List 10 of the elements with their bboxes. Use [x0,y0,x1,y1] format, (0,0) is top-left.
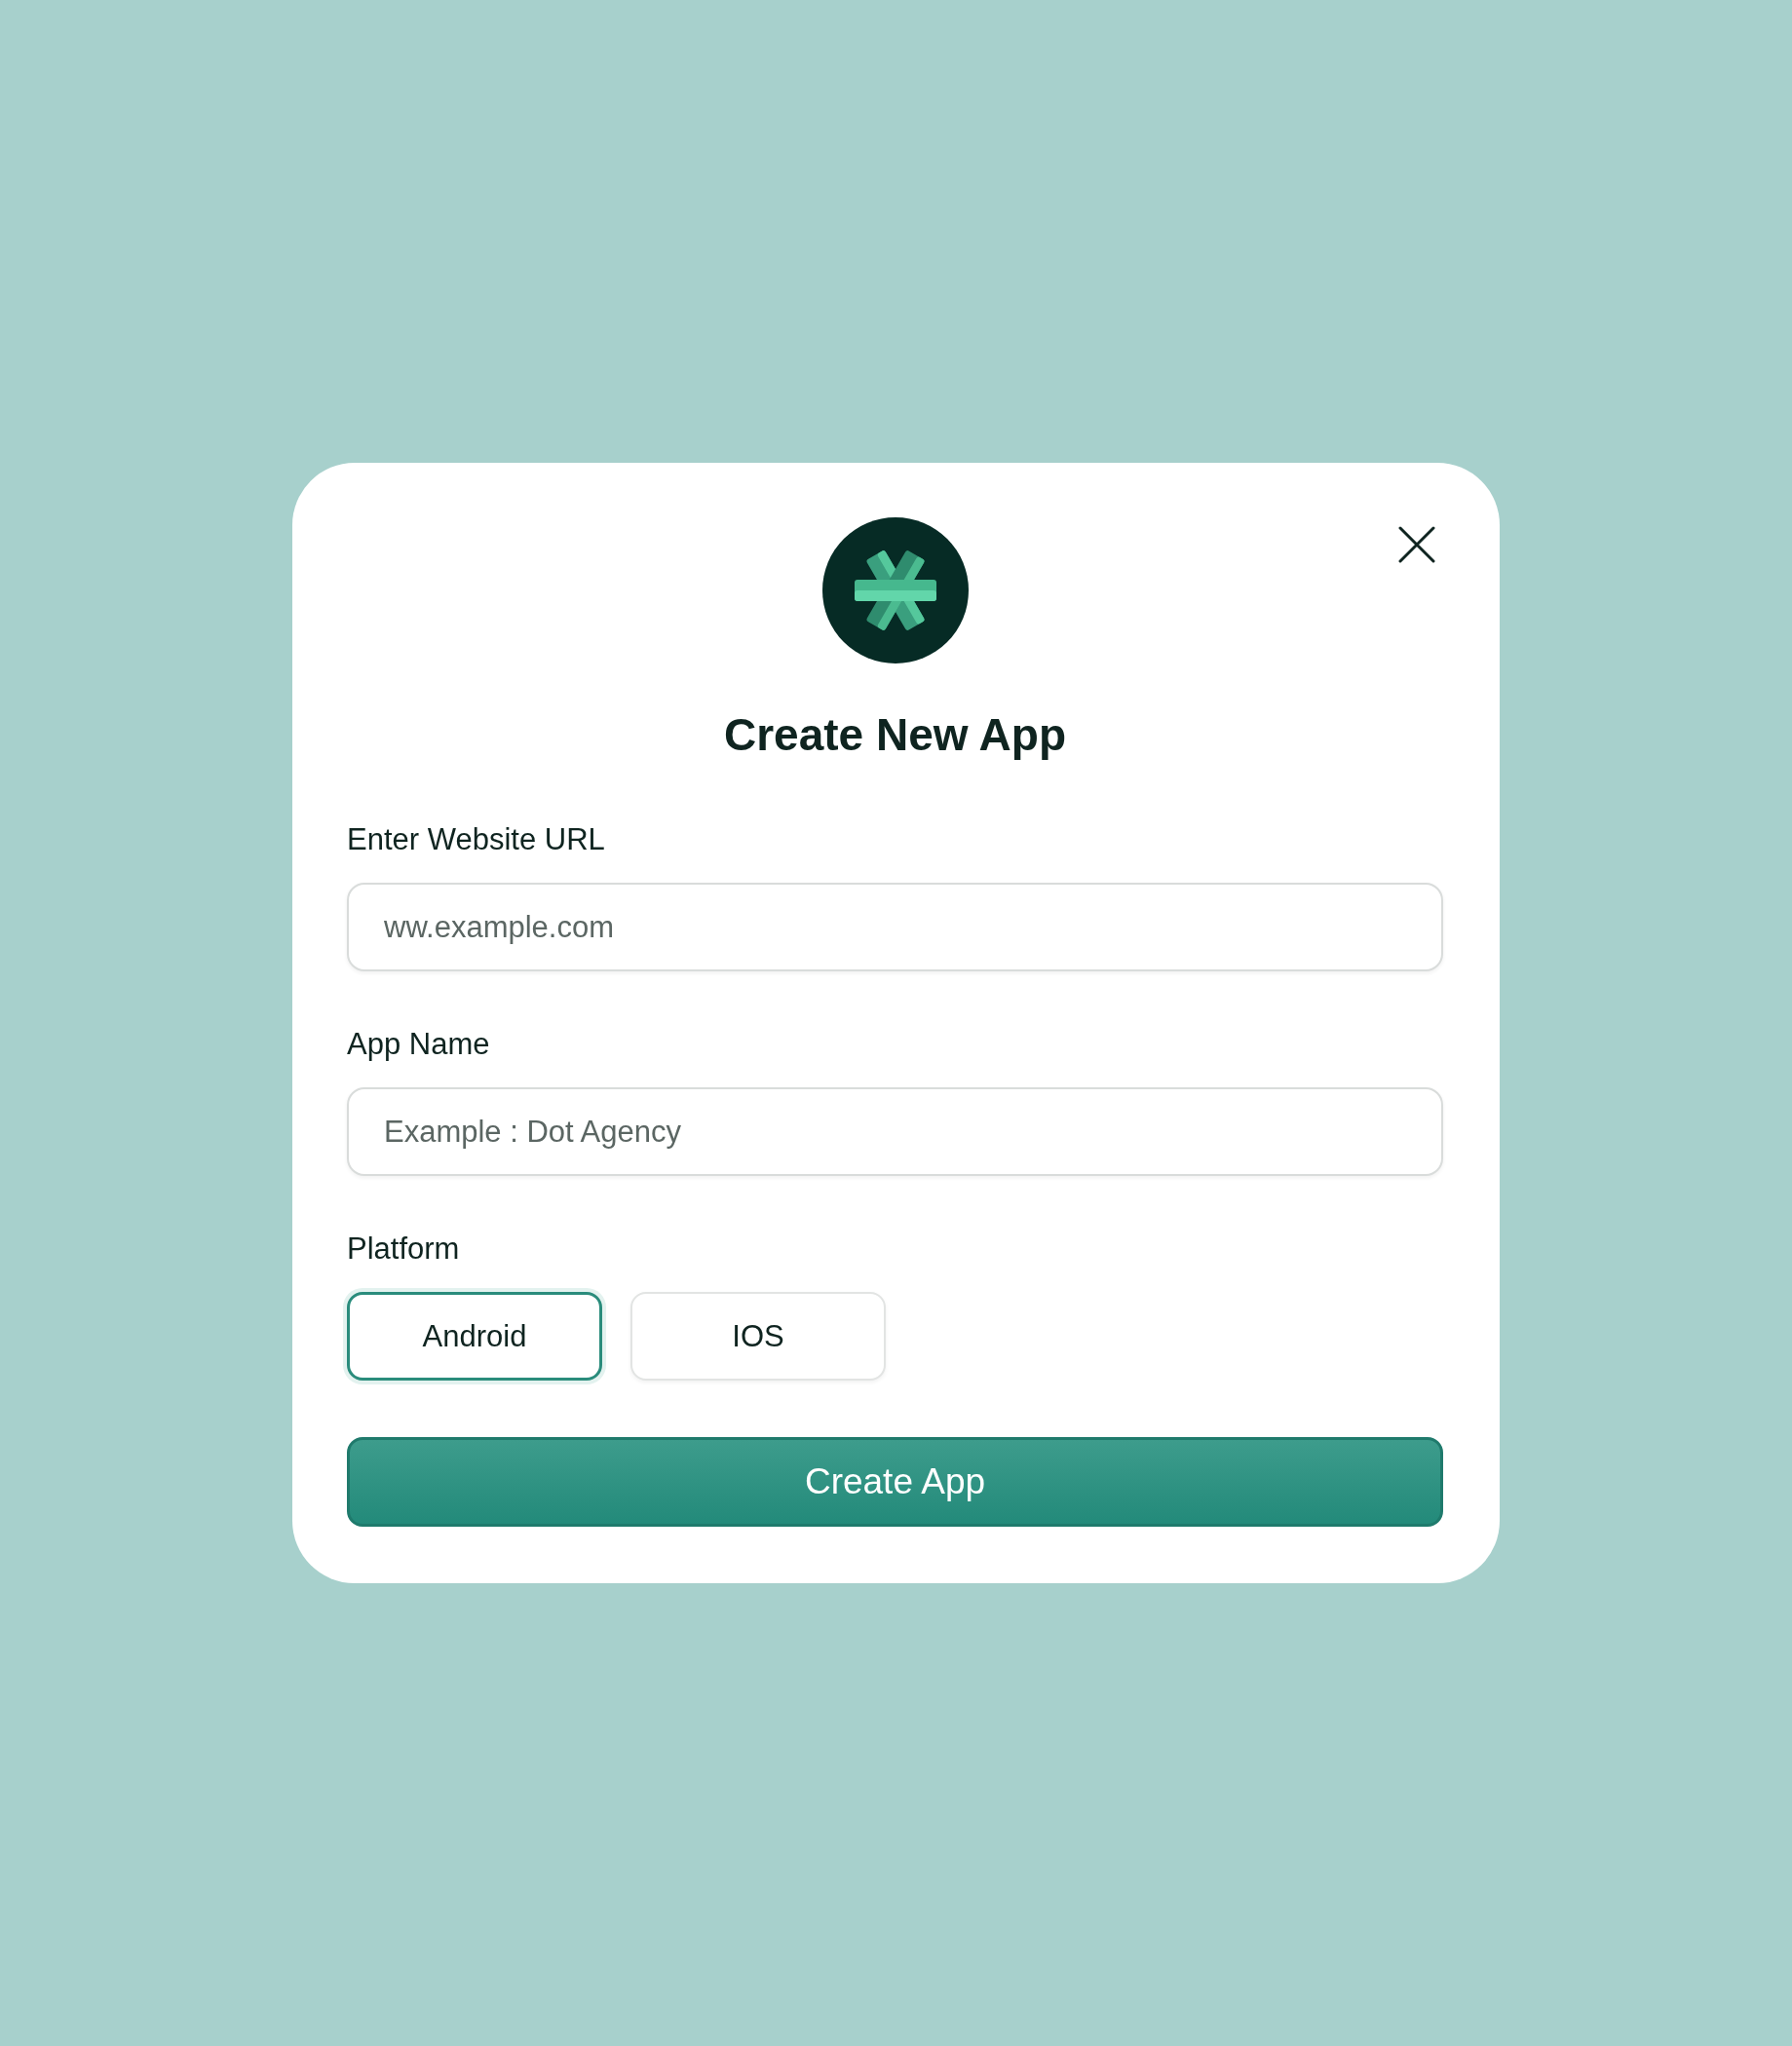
field-label: Platform [347,1231,460,1268]
platform-option[interactable]: IOS [630,1292,886,1381]
input-field[interactable]: ww.example.com [347,883,1443,971]
dialog-title: Create New App [722,708,1067,762]
create-app-button[interactable]: Create App [347,1437,1443,1527]
field-label: App Name [347,1026,490,1063]
asterisk-logo-icon [821,517,969,663]
close-icon[interactable] [1398,526,1435,563]
field-label: Enter Website URL [347,821,605,858]
input-field[interactable]: Example : Dot Agency [347,1087,1443,1176]
